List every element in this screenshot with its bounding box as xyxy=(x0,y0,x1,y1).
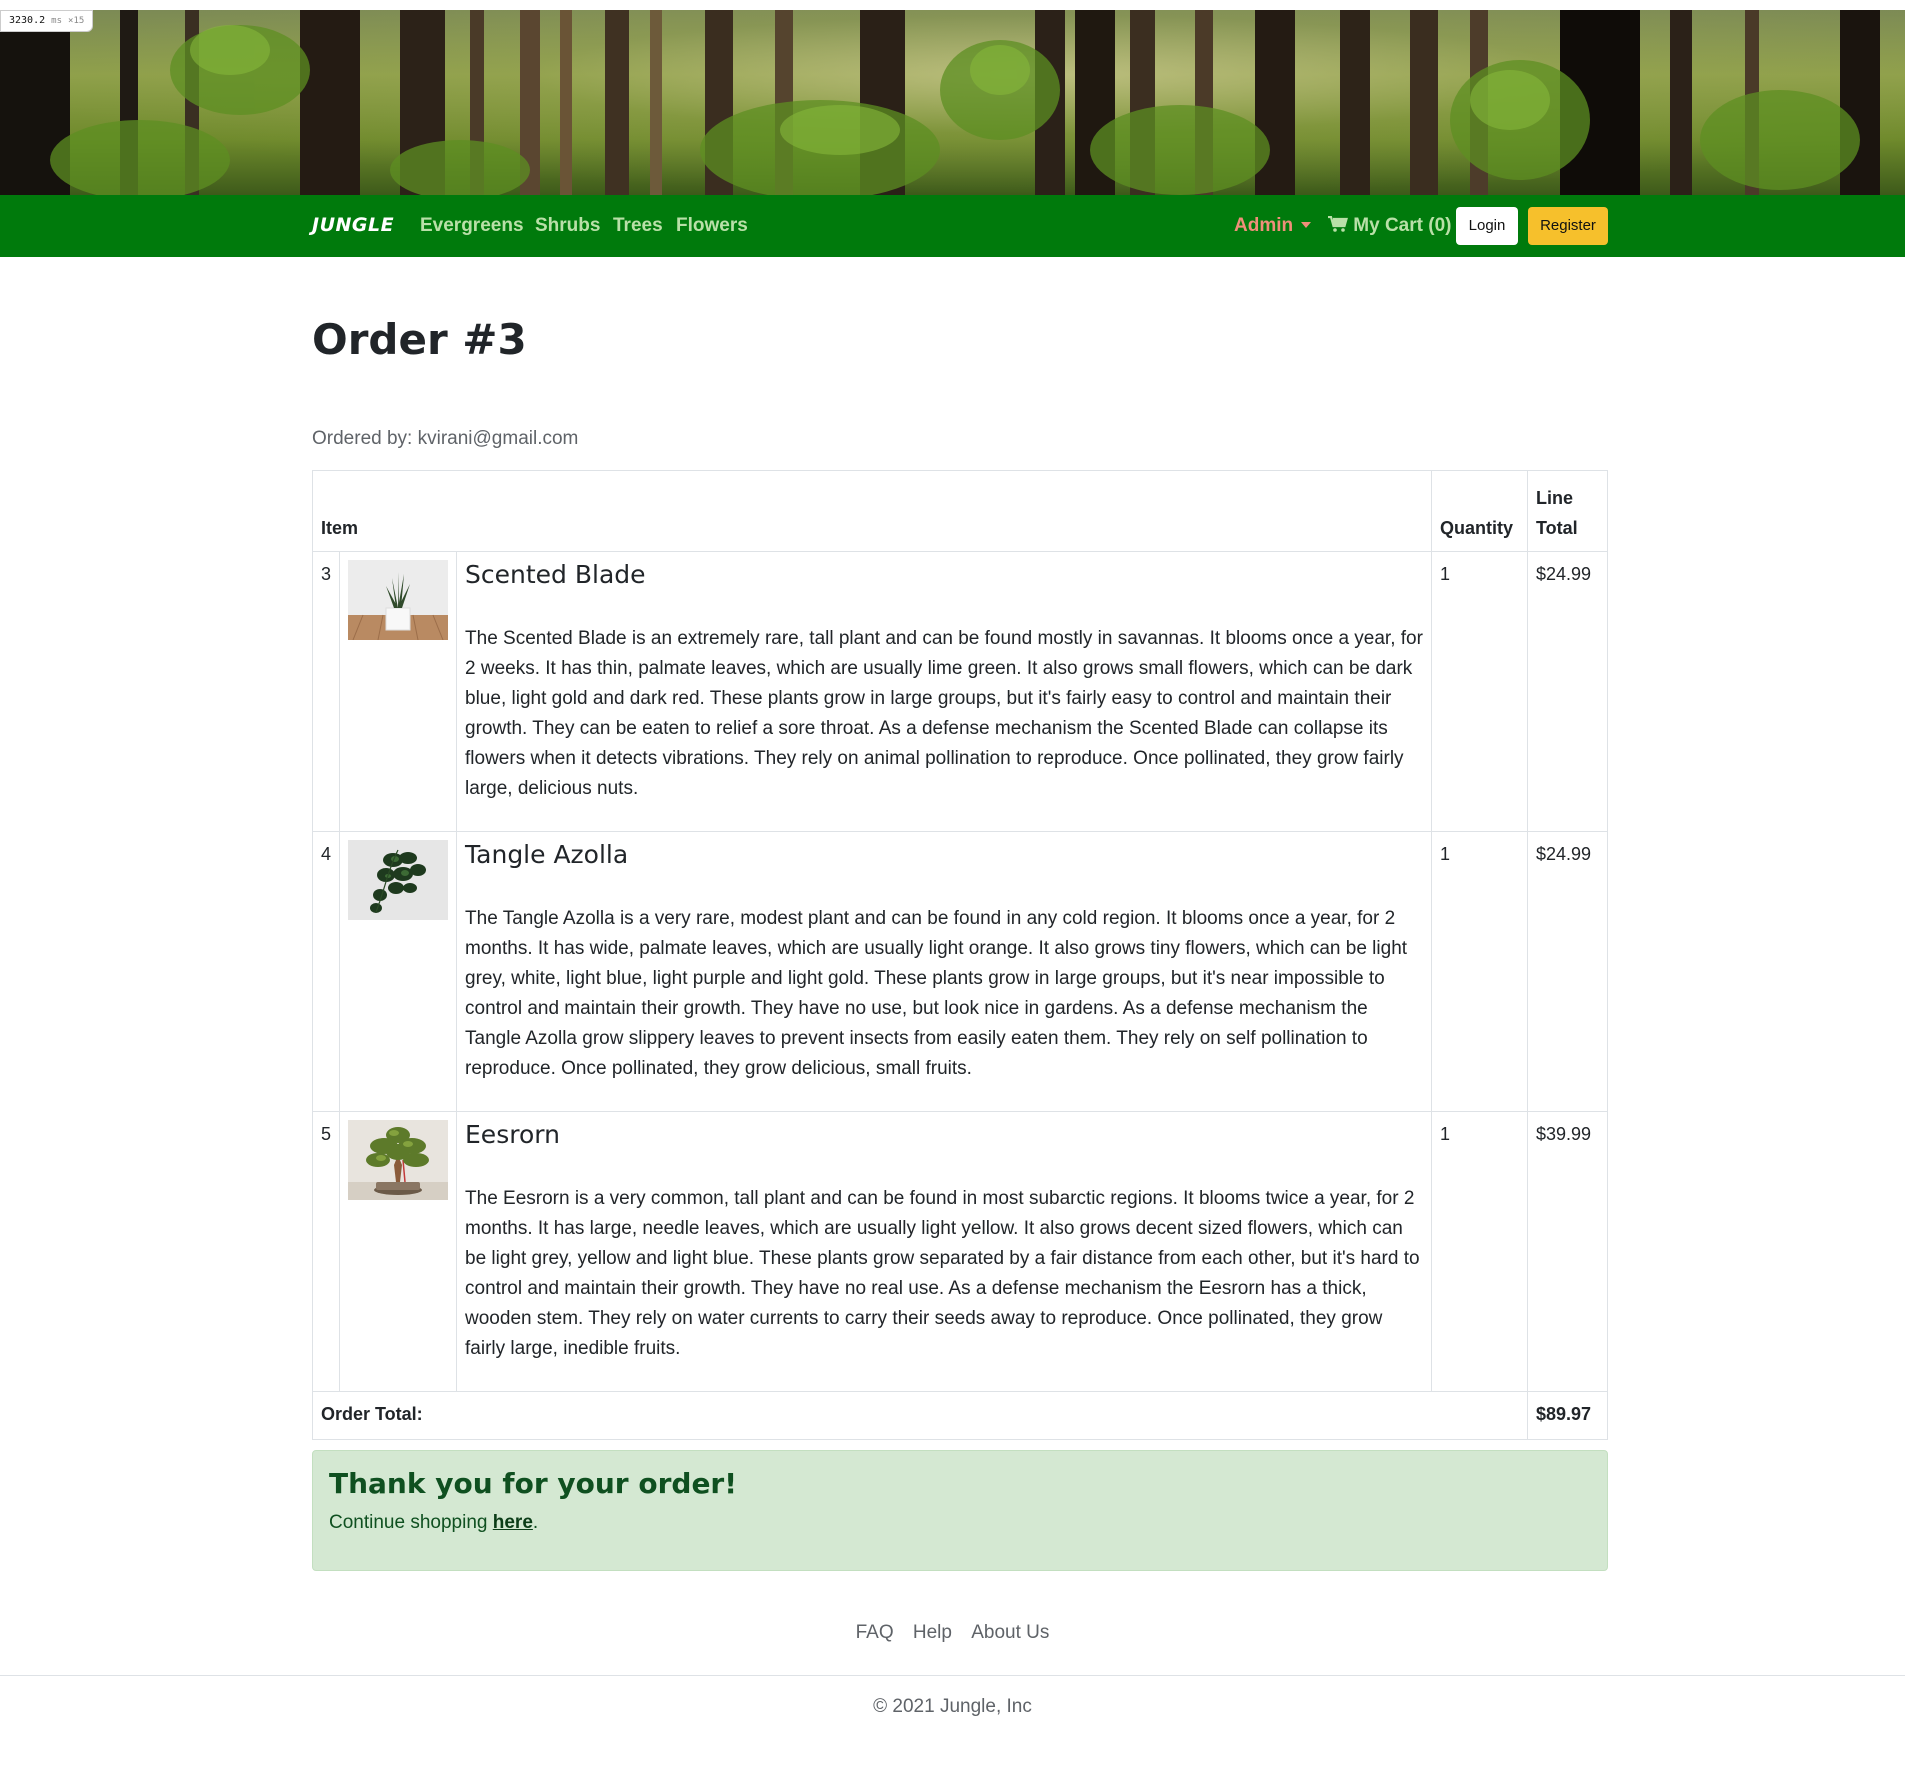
forest-banner-trees xyxy=(0,10,1880,195)
item-line-total: $39.99 xyxy=(1527,1111,1608,1392)
nav-link-trees[interactable]: Trees xyxy=(613,215,663,237)
order-items-table: Item Quantity Line Total 3 Scented Blade… xyxy=(311,470,1608,1440)
top-navbar: JUNGLE Evergreens Shrubs Trees Flowers A… xyxy=(0,195,1905,257)
nav-link-flowers[interactable]: Flowers xyxy=(676,215,748,237)
alert-text: Continue shopping here. xyxy=(329,1512,1591,1534)
header-item: Item xyxy=(312,470,1432,552)
table-header-row: Item Quantity Line Total xyxy=(312,470,1608,552)
header-quantity: Quantity xyxy=(1431,470,1528,552)
bonsai-tree-photo xyxy=(348,1120,449,1200)
product-name[interactable]: Tangle Azolla xyxy=(465,840,1423,870)
nav-link-evergreens[interactable]: Evergreens xyxy=(420,215,524,237)
ordered-by-text: Ordered by: kvirani@gmail.com xyxy=(312,428,579,449)
footer-link-about-us[interactable]: About Us xyxy=(971,1622,1049,1643)
login-button[interactable]: Login xyxy=(1456,207,1518,245)
product-name[interactable]: Scented Blade xyxy=(465,560,1423,590)
item-quantity: 1 xyxy=(1431,551,1528,832)
alert-text-after: . xyxy=(532,1512,539,1533)
item-index: 4 xyxy=(311,831,341,1112)
alert-text-before: Continue shopping xyxy=(329,1512,493,1533)
perf-value: 3230.2 xyxy=(9,15,46,26)
perf-overlay: 3230.2 ms ×15 xyxy=(0,10,94,32)
pothos-plant-photo xyxy=(348,840,449,920)
register-button[interactable]: Register xyxy=(1528,207,1608,245)
item-line-total: $24.99 xyxy=(1527,831,1608,1112)
product-description: The Eesrorn is a very common, tall plant… xyxy=(465,1188,1420,1359)
footer-links: FAQ Help About Us xyxy=(0,1622,1905,1644)
order-total-label: Order Total: xyxy=(312,1391,1528,1440)
nav-link-shrubs[interactable]: Shrubs xyxy=(535,215,600,237)
page-title: Order #3 xyxy=(312,315,527,364)
footer-divider xyxy=(0,1675,1905,1676)
item-quantity: 1 xyxy=(1431,831,1528,1112)
perf-multiplier: ×15 xyxy=(68,16,85,26)
product-description: The Scented Blade is an extremely rare, … xyxy=(465,628,1423,799)
footer-link-faq[interactable]: FAQ xyxy=(856,1622,894,1643)
snake-plant-photo xyxy=(348,560,449,640)
order-total-value: $89.97 xyxy=(1527,1391,1608,1440)
item-index: 3 xyxy=(311,551,341,832)
footer-link-help[interactable]: Help xyxy=(913,1622,952,1643)
forest-banner xyxy=(0,10,1905,195)
product-name[interactable]: Eesrorn xyxy=(465,1120,1423,1150)
cart-link[interactable]: My Cart (0) xyxy=(1328,215,1451,237)
order-total-row: Order Total: $89.97 xyxy=(312,1391,1608,1440)
table-row: 5 Eesrorn The Eesrorn is a very common, … xyxy=(311,1111,1608,1392)
caret-down-icon xyxy=(1301,222,1312,228)
alert-title: Thank you for your order! xyxy=(329,1467,738,1500)
admin-dropdown[interactable]: Admin xyxy=(1234,215,1312,237)
copyright-text: © 2021 Jungle, Inc xyxy=(873,1696,1032,1717)
order-success-alert: Thank you for your order! Continue shopp… xyxy=(312,1450,1608,1571)
table-row: 4 Tangle Azolla The Tangle Azolla is a v… xyxy=(311,831,1608,1112)
item-index: 5 xyxy=(311,1111,341,1392)
shopping-cart-icon xyxy=(1328,215,1348,232)
continue-shopping-link[interactable]: here xyxy=(493,1512,533,1533)
brand-logo[interactable]: JUNGLE xyxy=(312,214,394,236)
table-row: 3 Scented Blade The Scented Blade is an … xyxy=(311,551,1608,832)
item-quantity: 1 xyxy=(1431,1111,1528,1392)
item-line-total: $24.99 xyxy=(1527,551,1608,832)
header-line-total: Line Total xyxy=(1527,470,1608,552)
cart-label: My Cart (0) xyxy=(1353,215,1452,236)
product-description: The Tangle Azolla is a very rare, modest… xyxy=(465,908,1408,1079)
admin-label: Admin xyxy=(1234,215,1294,236)
perf-unit: ms xyxy=(51,16,62,26)
